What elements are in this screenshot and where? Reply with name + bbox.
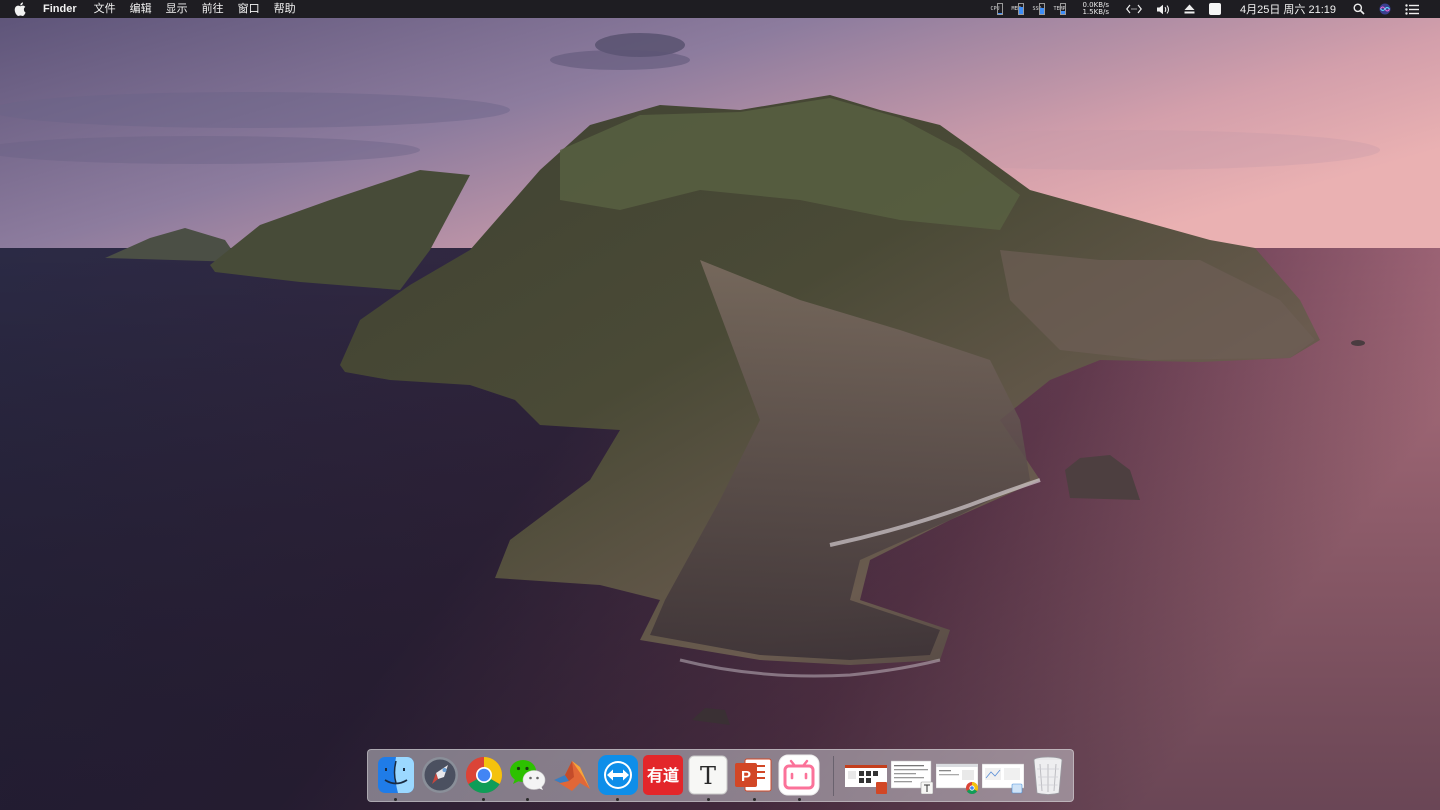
typora-icon: T — [688, 755, 728, 795]
spotlight-icon[interactable] — [1353, 3, 1365, 15]
dock-chrome-running-dot — [482, 798, 485, 801]
dock-matlab[interactable] — [550, 753, 594, 797]
dock-finder[interactable] — [374, 753, 418, 797]
dock-minimized-preview-window[interactable] — [981, 756, 1025, 794]
notification-center-icon[interactable] — [1405, 3, 1419, 15]
dock-powerpoint-running-dot — [753, 798, 756, 801]
dock-bilibili[interactable] — [777, 753, 821, 797]
window-icon[interactable] — [1209, 3, 1221, 15]
clock[interactable]: 4月25日 周六 21:19 — [1240, 1, 1336, 17]
dock-teamviewer[interactable] — [596, 753, 640, 797]
youdao-icon: 有道 — [643, 755, 683, 795]
temperature-meter[interactable]: TEMP — [1053, 3, 1068, 15]
menu-bar: Finder 文件 编辑 显示 前往 窗口 帮助 CPU MEM SSD TEM… — [0, 0, 1440, 18]
disk-meter[interactable]: SSD — [1032, 3, 1047, 15]
network-speed[interactable]: 0.0KB/s 1.5KB/s — [1082, 2, 1109, 16]
dock-trash[interactable] — [1028, 753, 1068, 797]
cpu-meter-label: CPU — [990, 5, 1000, 12]
menu-help[interactable]: 帮助 — [274, 0, 296, 18]
dock-finder-running-dot — [394, 798, 397, 801]
dock-typora-running-dot — [707, 798, 710, 801]
memory-meter[interactable]: MEM — [1011, 3, 1026, 15]
dock-chrome[interactable] — [462, 753, 506, 797]
menu-window[interactable]: 窗口 — [238, 0, 260, 18]
powerpoint-icon-label: P — [741, 768, 751, 785]
menu-file[interactable]: 文件 — [94, 0, 116, 18]
typora-window-thumbnail — [890, 760, 934, 795]
menu-go[interactable]: 前往 — [202, 0, 224, 18]
powerpoint-icon: P — [735, 758, 772, 792]
wechat-icon — [510, 760, 546, 790]
dock-minimized-typora-window[interactable] — [890, 756, 934, 795]
dock-youdao[interactable]: 有道 — [641, 753, 685, 797]
bilibili-icon — [778, 754, 820, 796]
dock-typora[interactable]: T — [686, 753, 730, 797]
matlab-icon — [554, 761, 590, 791]
preview-window-thumbnail — [981, 763, 1025, 794]
desktop-wallpaper — [0, 0, 1440, 810]
trash-icon — [1033, 756, 1063, 795]
dock: 有道 T P — [367, 749, 1074, 802]
teamviewer-icon — [598, 755, 638, 795]
typora-icon-label: T — [700, 762, 716, 790]
disk-meter-label: SSD — [1032, 5, 1042, 12]
siri-icon[interactable] — [1379, 3, 1391, 15]
cpu-meter[interactable]: CPU — [990, 3, 1005, 15]
menu-view[interactable]: 显示 — [166, 0, 188, 18]
code-brackets-icon[interactable] — [1126, 4, 1142, 14]
network-download: 1.5KB/s — [1082, 8, 1109, 16]
menu-app-finder[interactable]: Finder — [43, 0, 77, 18]
finder-icon — [378, 757, 414, 793]
dock-teamviewer-running-dot — [616, 798, 619, 801]
eject-icon[interactable] — [1184, 4, 1195, 14]
chrome-window-thumbnail — [935, 763, 979, 795]
apple-icon[interactable] — [14, 2, 26, 16]
chrome-icon — [465, 757, 503, 794]
dock-wechat-running-dot — [526, 798, 529, 801]
menu-edit[interactable]: 编辑 — [130, 0, 152, 18]
memory-meter-label: MEM — [1011, 5, 1021, 12]
powerpoint-window-thumbnail — [845, 765, 887, 794]
youdao-icon-label: 有道 — [647, 766, 679, 785]
launchpad-icon — [422, 757, 458, 793]
dock-launchpad[interactable] — [418, 753, 462, 797]
dock-bilibili-running-dot — [798, 798, 801, 801]
dock-minimized-powerpoint-window[interactable] — [845, 756, 887, 794]
dock-wechat[interactable] — [506, 753, 550, 797]
dock-separator — [833, 756, 834, 796]
dock-minimized-chrome-window[interactable] — [935, 756, 979, 795]
volume-icon[interactable] — [1156, 4, 1170, 15]
temperature-meter-label: TEMP — [1053, 5, 1066, 12]
dock-powerpoint[interactable]: P — [731, 753, 775, 797]
